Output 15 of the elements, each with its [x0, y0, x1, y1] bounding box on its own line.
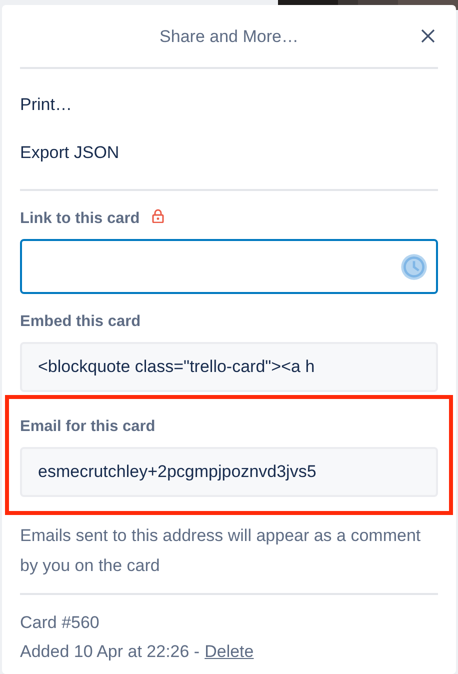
- card-number: Card #560: [20, 612, 100, 634]
- menu-item[interactable]: Print…: [20, 81, 438, 129]
- field-label: Email for this card: [20, 418, 156, 436]
- delete-link[interactable]: Delete: [204, 642, 254, 661]
- input-field[interactable]: <blockquote class="trello-card"><a h: [20, 342, 438, 392]
- field-label: Embed this card: [20, 313, 141, 331]
- email-hint-text: Emails sent to this address will appear as a comment by you on the card: [20, 525, 422, 577]
- input-field[interactable]: esmecrutchley+2pcgmpjpoznvd3jvs5: [20, 447, 438, 497]
- added-date: Added 10 Apr at 22:26 -: [20, 642, 200, 661]
- field-label: Link to this card: [20, 210, 140, 228]
- popover-title: Share and More…: [160, 26, 298, 47]
- close-icon[interactable]: [421, 29, 435, 43]
- menu-item[interactable]: Export JSON: [20, 129, 438, 177]
- clock-icon: [400, 252, 428, 280]
- input-field[interactable]: [20, 239, 438, 294]
